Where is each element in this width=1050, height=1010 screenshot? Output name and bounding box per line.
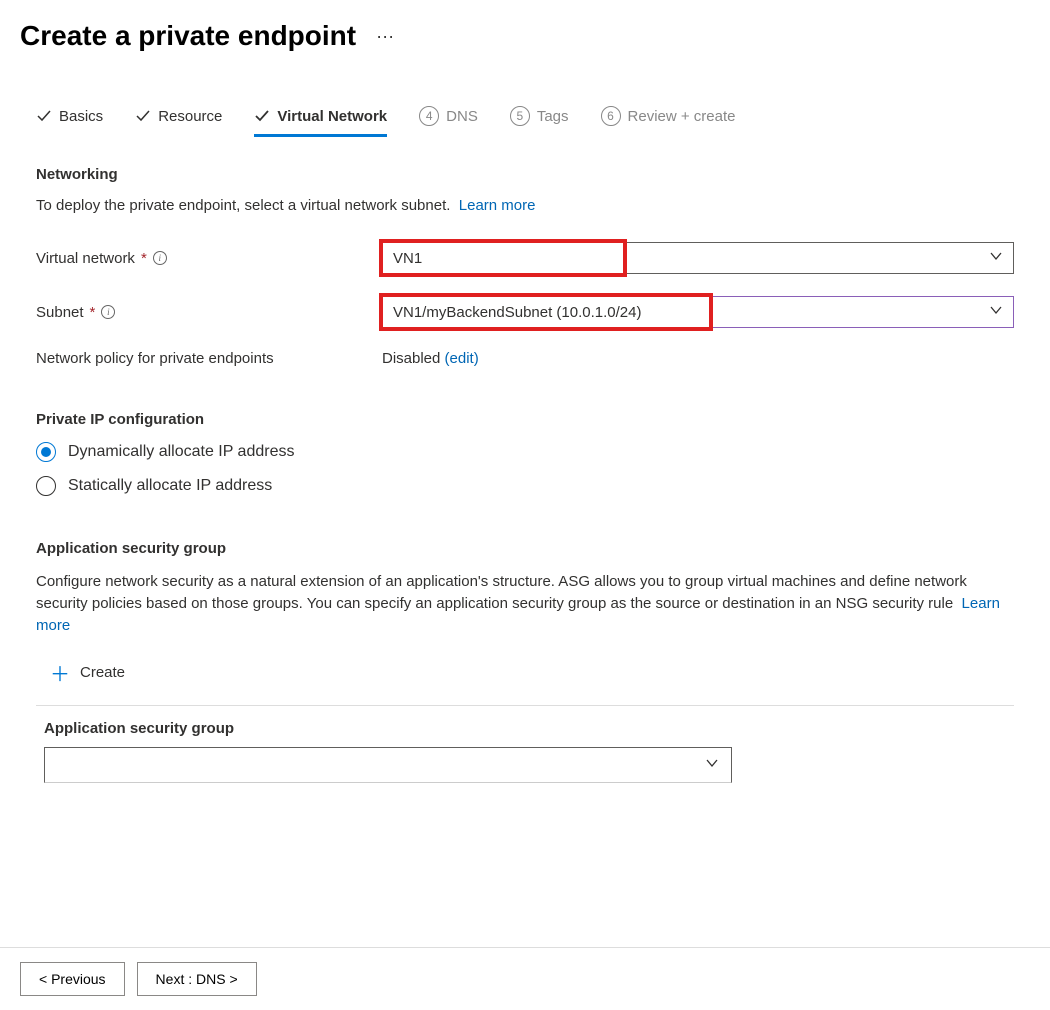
tab-virtual-network[interactable]: Virtual Network [254, 100, 387, 137]
chevron-down-icon [989, 303, 1003, 321]
policy-label: Network policy for private endpoints [36, 350, 382, 367]
page-title: Create a private endpoint [20, 20, 356, 52]
info-icon[interactable]: i [153, 251, 167, 265]
select-value: VN1/myBackendSubnet (10.0.1.0/24) [393, 304, 641, 321]
subnet-select[interactable]: VN1/myBackendSubnet (10.0.1.0/24) [382, 296, 1014, 328]
networking-heading: Networking [36, 166, 1014, 183]
asg-select[interactable] [44, 747, 732, 783]
step-number-icon: 5 [510, 106, 530, 126]
subnet-label: Subnet * i [36, 304, 382, 321]
asg-heading: Application security group [36, 540, 1014, 557]
checkmark-icon [254, 108, 270, 124]
radio-static-ip[interactable]: Statically allocate IP address [36, 476, 1014, 496]
select-value: VN1 [393, 250, 422, 267]
vnet-select[interactable]: VN1 [382, 242, 1014, 274]
previous-button[interactable]: < Previous [20, 962, 125, 996]
helper-text: To deploy the private endpoint, select a… [36, 197, 450, 214]
policy-value: Disabled [382, 350, 440, 367]
radio-icon [36, 476, 56, 496]
tab-review-create[interactable]: 6 Review + create [601, 100, 736, 137]
step-number-icon: 4 [419, 106, 439, 126]
asg-description: Configure network security as a natural … [36, 573, 967, 612]
edit-policy-link[interactable]: (edit) [445, 350, 479, 367]
plus-icon: ＋ [50, 658, 70, 687]
label-text: Virtual network [36, 250, 135, 267]
tab-basics[interactable]: Basics [36, 100, 103, 137]
footer: < Previous Next : DNS > [0, 947, 1050, 1010]
tab-label: Virtual Network [277, 108, 387, 125]
tab-label: Resource [158, 108, 222, 125]
more-icon[interactable]: ··· [376, 26, 394, 47]
vnet-label: Virtual network * i [36, 250, 382, 267]
required-star-icon: * [141, 250, 147, 267]
private-ip-heading: Private IP configuration [36, 411, 1014, 428]
radio-icon [36, 442, 56, 462]
tab-label: DNS [446, 108, 478, 125]
tab-label: Basics [59, 108, 103, 125]
tab-dns[interactable]: 4 DNS [419, 100, 478, 137]
networking-helper: To deploy the private endpoint, select a… [36, 197, 1014, 214]
chevron-down-icon [705, 756, 719, 775]
next-button[interactable]: Next : DNS > [137, 962, 257, 996]
info-icon[interactable]: i [101, 305, 115, 319]
tab-label: Review + create [628, 108, 736, 125]
create-label: Create [80, 664, 125, 681]
checkmark-icon [135, 108, 151, 124]
label-text: Network policy for private endpoints [36, 350, 274, 367]
required-star-icon: * [90, 304, 96, 321]
radio-label: Statically allocate IP address [68, 477, 272, 495]
chevron-down-icon [989, 249, 1003, 267]
step-number-icon: 6 [601, 106, 621, 126]
checkmark-icon [36, 108, 52, 124]
learn-more-link[interactable]: Learn more [459, 197, 536, 214]
create-asg-button[interactable]: ＋ Create [36, 658, 1014, 687]
asg-column-label: Application security group [36, 720, 1014, 737]
tab-label: Tags [537, 108, 569, 125]
radio-dynamic-ip[interactable]: Dynamically allocate IP address [36, 442, 1014, 462]
tab-tags[interactable]: 5 Tags [510, 100, 569, 137]
tabs: Basics Resource Virtual Network 4 DNS 5 … [20, 100, 1030, 138]
radio-label: Dynamically allocate IP address [68, 443, 294, 461]
label-text: Subnet [36, 304, 84, 321]
tab-resource[interactable]: Resource [135, 100, 222, 137]
